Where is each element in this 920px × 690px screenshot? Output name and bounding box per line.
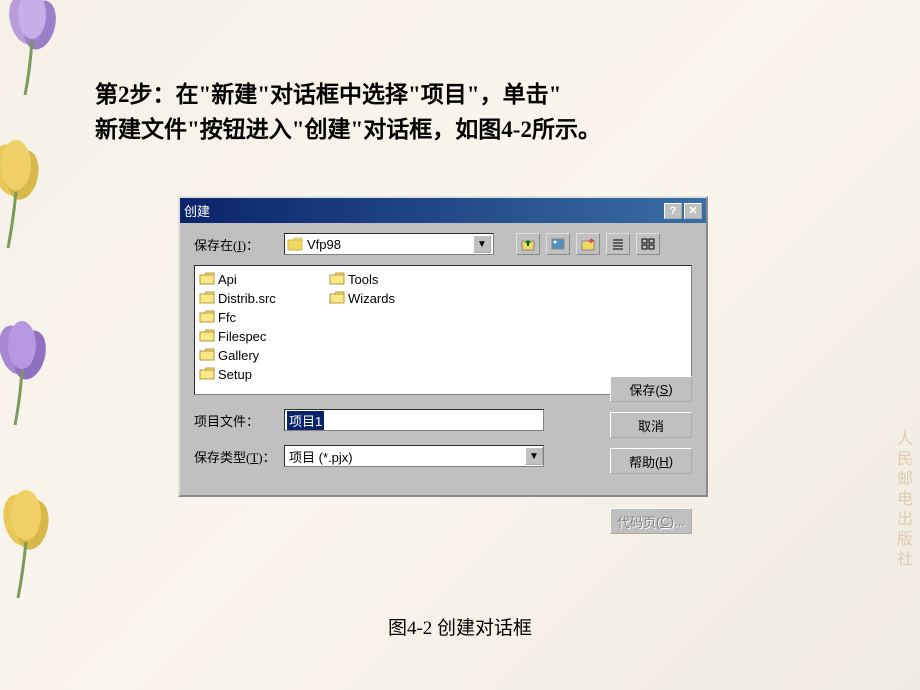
folder-item[interactable]: Distrib.src	[199, 289, 309, 307]
desktop-button[interactable]	[546, 233, 570, 255]
folder-icon	[199, 367, 215, 381]
decoration-flower	[0, 130, 55, 250]
dropdown-arrow-icon[interactable]: ▼	[525, 447, 543, 465]
save-in-label: 保存在(I)：	[194, 235, 274, 254]
filetype-label: 保存类型(T)：	[194, 447, 284, 466]
folder-item[interactable]: Api	[199, 270, 309, 288]
details-view-button[interactable]	[636, 233, 660, 255]
filetype-dropdown[interactable]: 项目 (*.pjx) ▼	[284, 445, 544, 467]
folder-item[interactable]: Tools	[329, 270, 439, 288]
cancel-button[interactable]: 取消	[610, 412, 692, 438]
decoration-flower	[0, 0, 70, 100]
create-dialog: 创建 ? ✕ 保存在(I)： Vfp98 ▼	[178, 196, 708, 497]
help-button[interactable]: 帮助(H)	[610, 448, 692, 474]
figure-caption: 图4-2 创建对话框	[0, 613, 920, 640]
dialog-titlebar: 创建 ? ✕	[180, 198, 706, 223]
dropdown-arrow-icon[interactable]: ▼	[473, 235, 491, 253]
filename-input[interactable]: 项目1	[284, 409, 544, 431]
folder-item[interactable]: Setup	[199, 365, 309, 383]
folder-icon	[199, 329, 215, 343]
filetype-value: 项目 (*.pjx)	[285, 447, 525, 466]
save-in-value: Vfp98	[307, 237, 473, 252]
instruction-text: 第2步：在"新建"对话框中选择"项目"，单击" 新建文件"按钮进入"创建"对话框…	[95, 78, 601, 147]
folder-item[interactable]: Wizards	[329, 289, 439, 307]
close-button[interactable]: ✕	[684, 203, 702, 219]
folder-icon	[199, 310, 215, 324]
watermark-text: 人民邮电出版社	[890, 430, 914, 570]
decoration-flower	[0, 480, 65, 600]
folder-item[interactable]: Ffc	[199, 308, 309, 326]
save-button[interactable]: 保存(S)	[610, 376, 692, 402]
folder-icon	[329, 272, 345, 286]
filename-label: 项目文件：	[194, 411, 284, 430]
folder-icon	[199, 272, 215, 286]
new-folder-button[interactable]	[576, 233, 600, 255]
decoration-flower	[0, 310, 60, 430]
filename-value: 项目1	[287, 411, 324, 430]
folder-icon	[329, 291, 345, 305]
help-button[interactable]: ?	[664, 203, 682, 219]
folder-icon	[199, 348, 215, 362]
dialog-title: 创建	[184, 201, 210, 220]
folder-item[interactable]: Filespec	[199, 327, 309, 345]
codepage-button: 代码页(C)...	[610, 508, 692, 534]
folder-icon	[199, 291, 215, 305]
up-folder-button[interactable]	[516, 233, 540, 255]
folder-item[interactable]: Gallery	[199, 346, 309, 364]
list-view-button[interactable]	[606, 233, 630, 255]
folder-icon	[287, 237, 303, 251]
save-in-dropdown[interactable]: Vfp98 ▼	[284, 233, 494, 255]
